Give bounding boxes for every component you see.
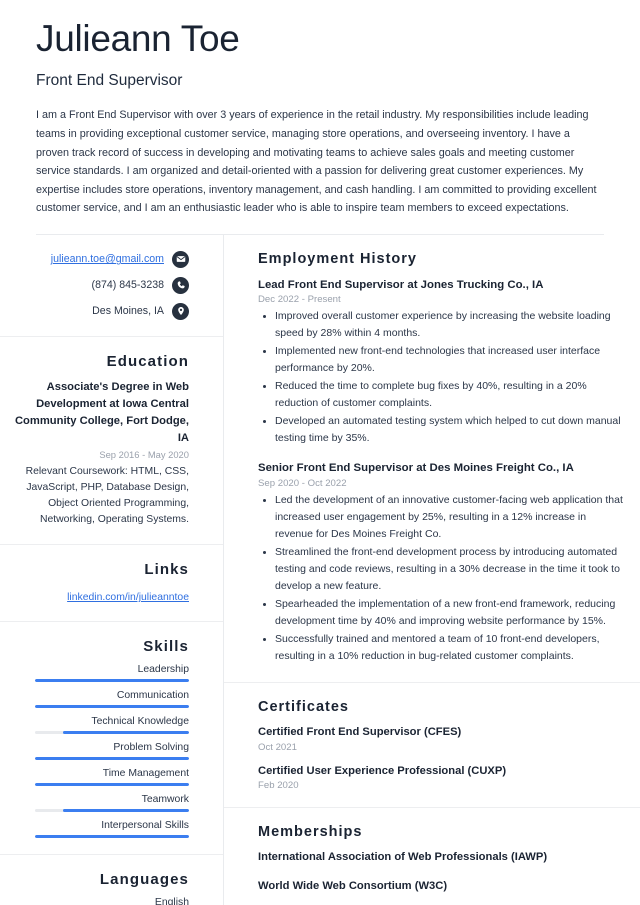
language-label: English bbox=[154, 897, 189, 905]
skill-level-fill bbox=[35, 705, 189, 709]
education-section: Education Associate's Degree in Web Deve… bbox=[0, 337, 223, 545]
skill-level-track bbox=[35, 731, 189, 735]
memberships-list: International Association of Web Profess… bbox=[258, 850, 626, 894]
candidate-job-title: Front End Supervisor bbox=[36, 72, 183, 90]
contact-section: julieann.toe@gmail.com (874) 845-3238 De… bbox=[0, 235, 223, 336]
employment-entry-date: Dec 2022 - Present bbox=[258, 294, 341, 306]
skill-label: Teamwork bbox=[141, 794, 189, 806]
skill-item: Interpersonal Skills bbox=[14, 820, 189, 839]
skill-label: Time Management bbox=[102, 768, 189, 780]
professional-summary: I am a Front End Supervisor with over 3 … bbox=[36, 109, 597, 215]
skill-label: Leadership bbox=[137, 664, 189, 676]
employment-entry-bullets: Improved overall customer experience by … bbox=[258, 308, 626, 447]
skill-level-track bbox=[35, 705, 189, 709]
skill-item: Communication bbox=[14, 690, 189, 709]
employment-list: Lead Front End Supervisor at Jones Truck… bbox=[258, 277, 626, 665]
links-section: Links linkedin.com/in/julieanntoe bbox=[0, 545, 223, 621]
employment-entry-date: Sep 2020 - Oct 2022 bbox=[258, 477, 347, 489]
education-degree: Associate's Degree in Web Development at… bbox=[14, 380, 189, 444]
skills-list: Leadership Communication Technical Knowled… bbox=[14, 664, 189, 839]
sidebar: julieann.toe@gmail.com (874) 845-3238 De… bbox=[0, 234, 224, 905]
employment-bullet: Spearheaded the implementation of a new … bbox=[258, 596, 626, 630]
certificate-entry: Certified User Experience Professional (… bbox=[258, 764, 626, 792]
memberships-section: Memberships International Association of… bbox=[224, 808, 640, 905]
employment-section: Employment History Lead Front End Superv… bbox=[224, 235, 640, 682]
membership-entry: International Association of Web Profess… bbox=[258, 851, 548, 864]
contact-email-text[interactable]: julieann.toe@gmail.com bbox=[51, 253, 164, 265]
resume-body: julieann.toe@gmail.com (874) 845-3238 De… bbox=[0, 234, 640, 905]
certificate-title: Certified User Experience Professional (… bbox=[258, 764, 507, 777]
candidate-name: Julieann Toe bbox=[36, 18, 240, 59]
education-heading: Education bbox=[106, 352, 189, 370]
skills-section: Skills Leadership Communication Technical … bbox=[0, 622, 223, 854]
links-heading: Links bbox=[144, 561, 189, 579]
certificate-entry: Certified Front End Supervisor (CFES) Oct… bbox=[258, 725, 626, 753]
certificates-list: Certified Front End Supervisor (CFES) Oct… bbox=[258, 725, 626, 791]
language-item: English bbox=[14, 897, 189, 905]
resume-page: Julieann Toe Front End Supervisor I am a… bbox=[0, 0, 640, 905]
employment-bullet: Streamlined the front-end development pr… bbox=[258, 544, 626, 595]
main-column: Employment History Lead Front End Superv… bbox=[224, 235, 640, 905]
contact-phone-text: (874) 845-3238 bbox=[91, 279, 164, 292]
certificate-date: Oct 2021 bbox=[258, 741, 297, 753]
skill-label: Communication bbox=[116, 690, 189, 702]
employment-entry-bullets: Led the development of an innovative cus… bbox=[258, 492, 626, 665]
skill-label: Problem Solving bbox=[113, 742, 189, 754]
skill-level-track bbox=[35, 783, 189, 787]
education-description: Relevant Coursework: HTML, CSS, JavaScri… bbox=[25, 465, 189, 526]
contact-location-text: Des Moines, IA bbox=[92, 305, 164, 318]
skill-item: Time Management bbox=[14, 768, 189, 787]
employment-entry: Lead Front End Supervisor at Jones Truck… bbox=[258, 277, 626, 448]
skill-level-fill bbox=[35, 835, 189, 839]
certificates-heading: Certificates bbox=[258, 698, 349, 715]
skill-label: Technical Knowledge bbox=[91, 716, 189, 728]
contact-item-location: Des Moines, IA bbox=[14, 302, 189, 320]
certificate-title: Certified Front End Supervisor (CFES) bbox=[258, 725, 462, 738]
languages-section: Languages English bbox=[0, 855, 223, 905]
skill-level-fill bbox=[35, 679, 189, 683]
employment-entry: Senior Front End Supervisor at Des Moine… bbox=[258, 460, 626, 665]
certificate-date: Feb 2020 bbox=[258, 780, 299, 792]
memberships-heading: Memberships bbox=[258, 824, 363, 841]
education-date: Sep 2016 - May 2020 bbox=[99, 448, 189, 460]
certificates-section: Certificates Certified Front End Supervi… bbox=[224, 683, 640, 807]
resume-header: Julieann Toe Front End Supervisor I am a… bbox=[0, 0, 640, 235]
phone-icon bbox=[172, 276, 189, 294]
skill-level-fill bbox=[62, 809, 189, 813]
link-item-linkedin[interactable]: linkedin.com/in/julieanntoe bbox=[67, 592, 189, 603]
employment-bullet: Led the development of an innovative cus… bbox=[258, 492, 626, 543]
skill-level-track bbox=[35, 835, 189, 839]
skill-level-track bbox=[35, 679, 189, 683]
skill-level-fill bbox=[35, 783, 189, 787]
skill-level-fill bbox=[62, 731, 189, 735]
envelope-icon bbox=[172, 250, 189, 268]
skill-label: Interpersonal Skills bbox=[101, 820, 189, 832]
skill-item: Teamwork bbox=[14, 794, 189, 813]
contact-item-phone: (874) 845-3238 bbox=[14, 276, 189, 294]
employment-heading: Employment History bbox=[258, 250, 417, 267]
membership-entry: World Wide Web Consortium (W3C) bbox=[258, 879, 448, 892]
employment-bullet: Improved overall customer experience by … bbox=[258, 308, 626, 342]
contact-item-email[interactable]: julieann.toe@gmail.com bbox=[14, 250, 189, 268]
employment-bullet: Implemented new front-end technologies t… bbox=[258, 343, 626, 377]
employment-bullet: Developed an automated testing system wh… bbox=[258, 413, 626, 447]
skill-item: Problem Solving bbox=[14, 742, 189, 761]
skills-heading: Skills bbox=[143, 638, 189, 656]
languages-list: English bbox=[14, 897, 189, 905]
employment-bullet: Reduced the time to complete bug fixes b… bbox=[258, 378, 626, 412]
employment-entry-title: Lead Front End Supervisor at Jones Truck… bbox=[258, 278, 544, 291]
languages-heading: Languages bbox=[99, 871, 189, 889]
employment-bullet: Successfully trained and mentored a team… bbox=[258, 631, 626, 665]
location-pin-icon bbox=[172, 302, 189, 320]
skill-item: Technical Knowledge bbox=[14, 716, 189, 735]
employment-entry-title: Senior Front End Supervisor at Des Moine… bbox=[258, 462, 574, 475]
skill-item: Leadership bbox=[14, 664, 189, 683]
skill-level-fill bbox=[35, 757, 189, 761]
skill-level-track bbox=[35, 809, 189, 813]
skill-level-track bbox=[35, 757, 189, 761]
